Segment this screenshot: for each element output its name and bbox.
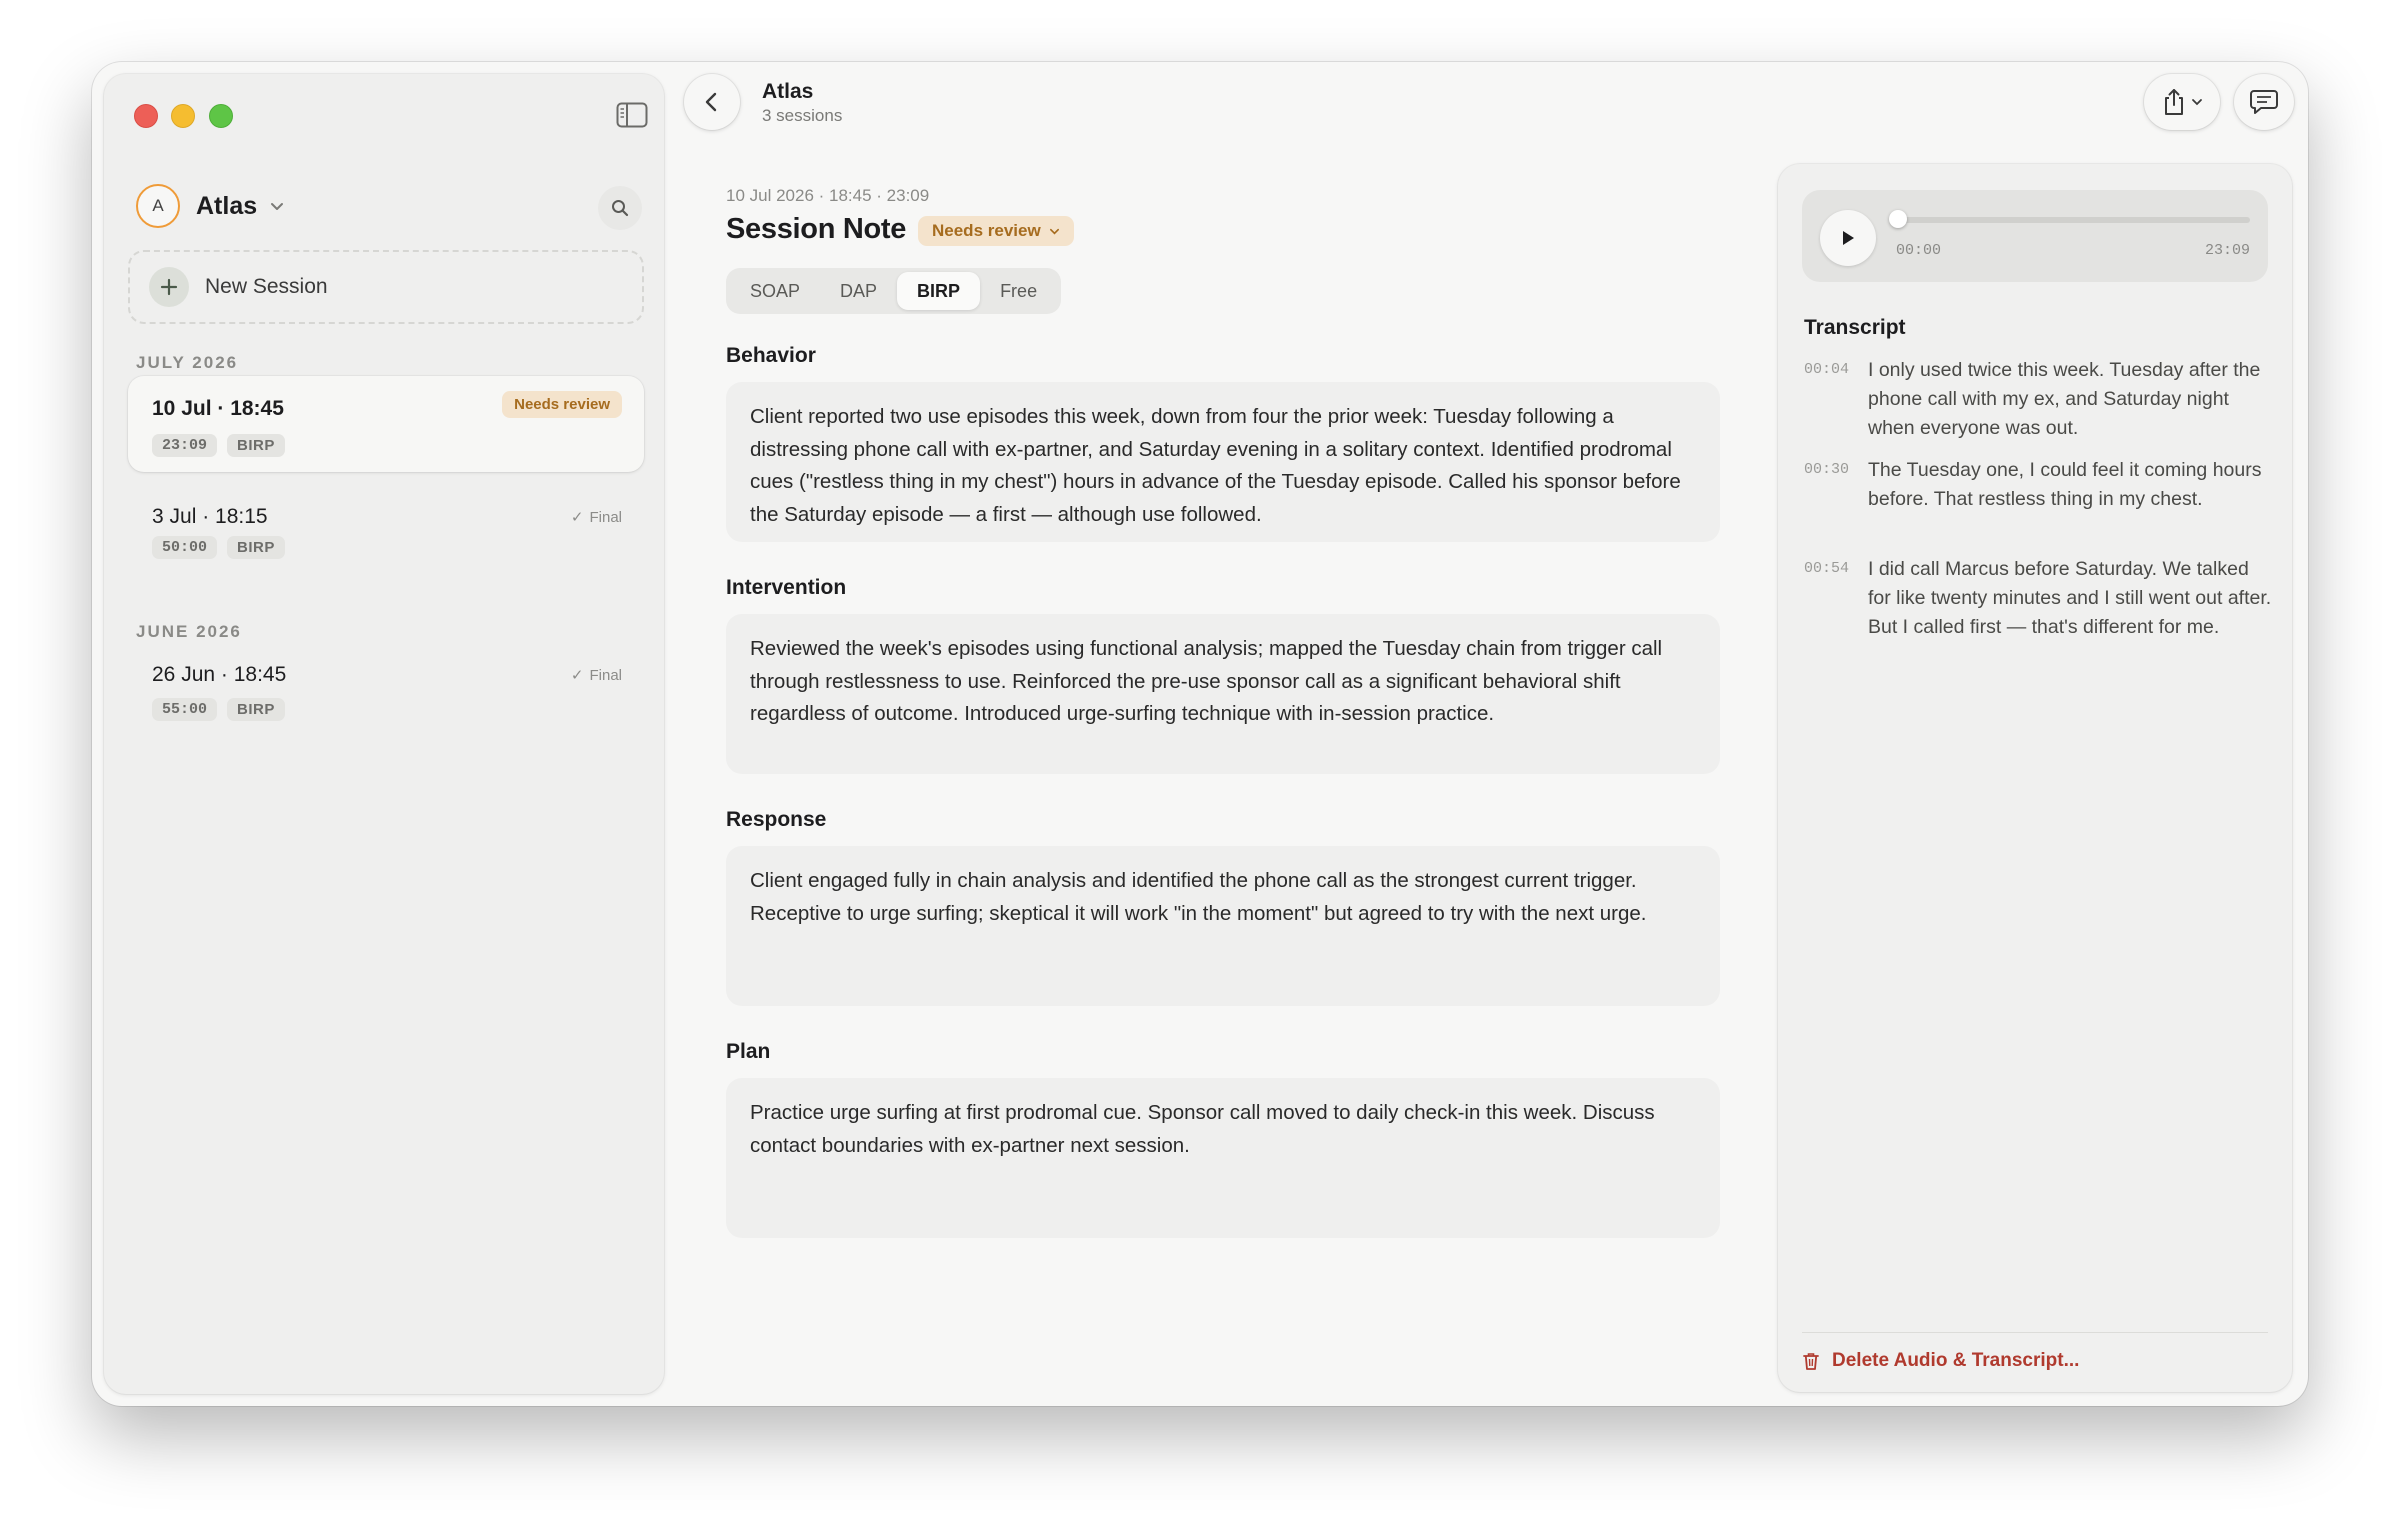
current-time: 00:00 [1896,242,1942,259]
session-title: 3 Jul · 18:15 [152,505,268,528]
transcript-text: The Tuesday one, I could feel it coming … [1868,459,2262,510]
section-label: Response [726,808,827,831]
sidebar: A Atlas New Session JULY 2026 10 Jul · 1… [104,74,664,1394]
plan-field[interactable]: Practice urge surfing at first prodromal… [726,1078,1720,1238]
transcript-entry[interactable]: 00:30 The Tuesday one, I could feel it c… [1804,456,2274,514]
trash-icon [1803,1353,1819,1370]
duration-chip: 23:09 [152,434,218,457]
tab-free[interactable]: Free [980,272,1057,310]
workspace-name: Atlas [196,191,258,220]
new-session-button[interactable]: New Session [128,250,644,324]
scrubber-thumb[interactable] [1889,210,1907,228]
chevron-down-icon [271,203,284,210]
section-label: Intervention [726,576,847,599]
format-chip: BIRP [227,698,285,721]
delete-audio-button[interactable]: Delete Audio & Transcript... [1802,1350,2079,1372]
status-final: ✓ Final [570,509,622,526]
note-status-dropdown[interactable]: Needs review [918,216,1074,246]
session-item[interactable]: 26 Jun · 18:45 ✓ Final 55:00 BIRP [128,642,644,738]
total-time: 23:09 [2204,242,2250,259]
search-button[interactable] [598,186,642,230]
delete-audio-label: Delete Audio & Transcript... [1832,1350,2080,1371]
chevron-down-icon [2192,99,2202,106]
app-window: A Atlas New Session JULY 2026 10 Jul · 1… [92,62,2308,1406]
play-button[interactable] [1820,210,1876,266]
section-label: Behavior [726,344,816,367]
page-title: Atlas [762,80,814,103]
note-title: Session Note [726,213,907,245]
note-format-tabs: SOAP DAP BIRP Free [726,268,1062,314]
tab-birp[interactable]: BIRP [897,272,981,310]
response-field[interactable]: Client engaged fully in chain analysis a… [726,846,1720,1006]
avatar: A [136,184,180,228]
transcript-text: I did call Marcus before Saturday. We ta… [1868,558,2272,638]
note-meta: 10 Jul 2026 · 18:45 · 23:09 [726,186,930,205]
search-icon [612,200,629,217]
share-icon [2165,89,2183,115]
chevron-left-icon [705,92,717,112]
workspace-switcher[interactable]: A Atlas [136,183,285,229]
transcript-entry[interactable]: 00:04 I only used twice this week. Tuesd… [1804,356,2274,443]
timestamp: 00:30 [1804,461,1850,478]
checkmark-icon: ✓ [570,667,584,684]
duration-chip: 50:00 [152,536,218,559]
zoom-window-button[interactable] [209,104,233,128]
audio-player: 00:00 23:09 [1802,190,2268,282]
audio-scrubber[interactable] [1896,217,2250,223]
new-session-label: New Session [205,275,328,298]
duration-chip: 55:00 [152,698,218,721]
status-badge: Needs review [502,391,622,418]
transcript-text: I only used twice this week. Tuesday aft… [1868,359,2261,439]
timestamp: 00:04 [1804,361,1850,378]
share-button[interactable] [2144,74,2220,130]
divider [1802,1332,2268,1333]
play-icon [1843,231,1854,245]
tab-dap[interactable]: DAP [820,272,897,310]
transcript-panel: 00:00 23:09 Transcript 00:04 I only used… [1778,164,2292,1392]
timestamp: 00:54 [1804,560,1850,577]
checkmark-icon: ✓ [570,509,584,526]
intervention-field[interactable]: Reviewed the week's episodes using funct… [726,614,1720,774]
section-label: Plan [726,1040,771,1063]
page-subtitle: 3 sessions [762,106,843,125]
status-final: ✓ Final [570,667,622,684]
session-title: 10 Jul · 18:45 [152,397,284,420]
plus-icon [149,267,189,307]
transcript-title: Transcript [1804,316,1906,339]
format-chip: BIRP [227,434,285,457]
session-item[interactable]: 10 Jul · 18:45 Needs review 23:09 BIRP [128,376,644,472]
transcript-entry[interactable]: 00:54 I did call Marcus before Saturday.… [1804,555,2274,642]
month-header: JULY 2026 [136,353,239,372]
sidebar-toggle-icon[interactable] [616,102,648,128]
comment-button[interactable] [2234,74,2294,130]
chevron-down-icon [1049,228,1059,235]
back-button[interactable] [684,74,740,130]
session-title: 26 Jun · 18:45 [152,663,287,686]
behavior-field[interactable]: Client reported two use episodes this we… [726,382,1720,542]
month-header: JUNE 2026 [136,622,242,641]
note-status-label: Needs review [932,221,1041,240]
comment-icon [2250,90,2278,114]
tab-soap[interactable]: SOAP [730,272,820,310]
session-item[interactable]: 3 Jul · 18:15 ✓ Final 50:00 BIRP [128,484,644,580]
close-window-button[interactable] [134,104,158,128]
minimize-window-button[interactable] [171,104,195,128]
format-chip: BIRP [227,536,285,559]
